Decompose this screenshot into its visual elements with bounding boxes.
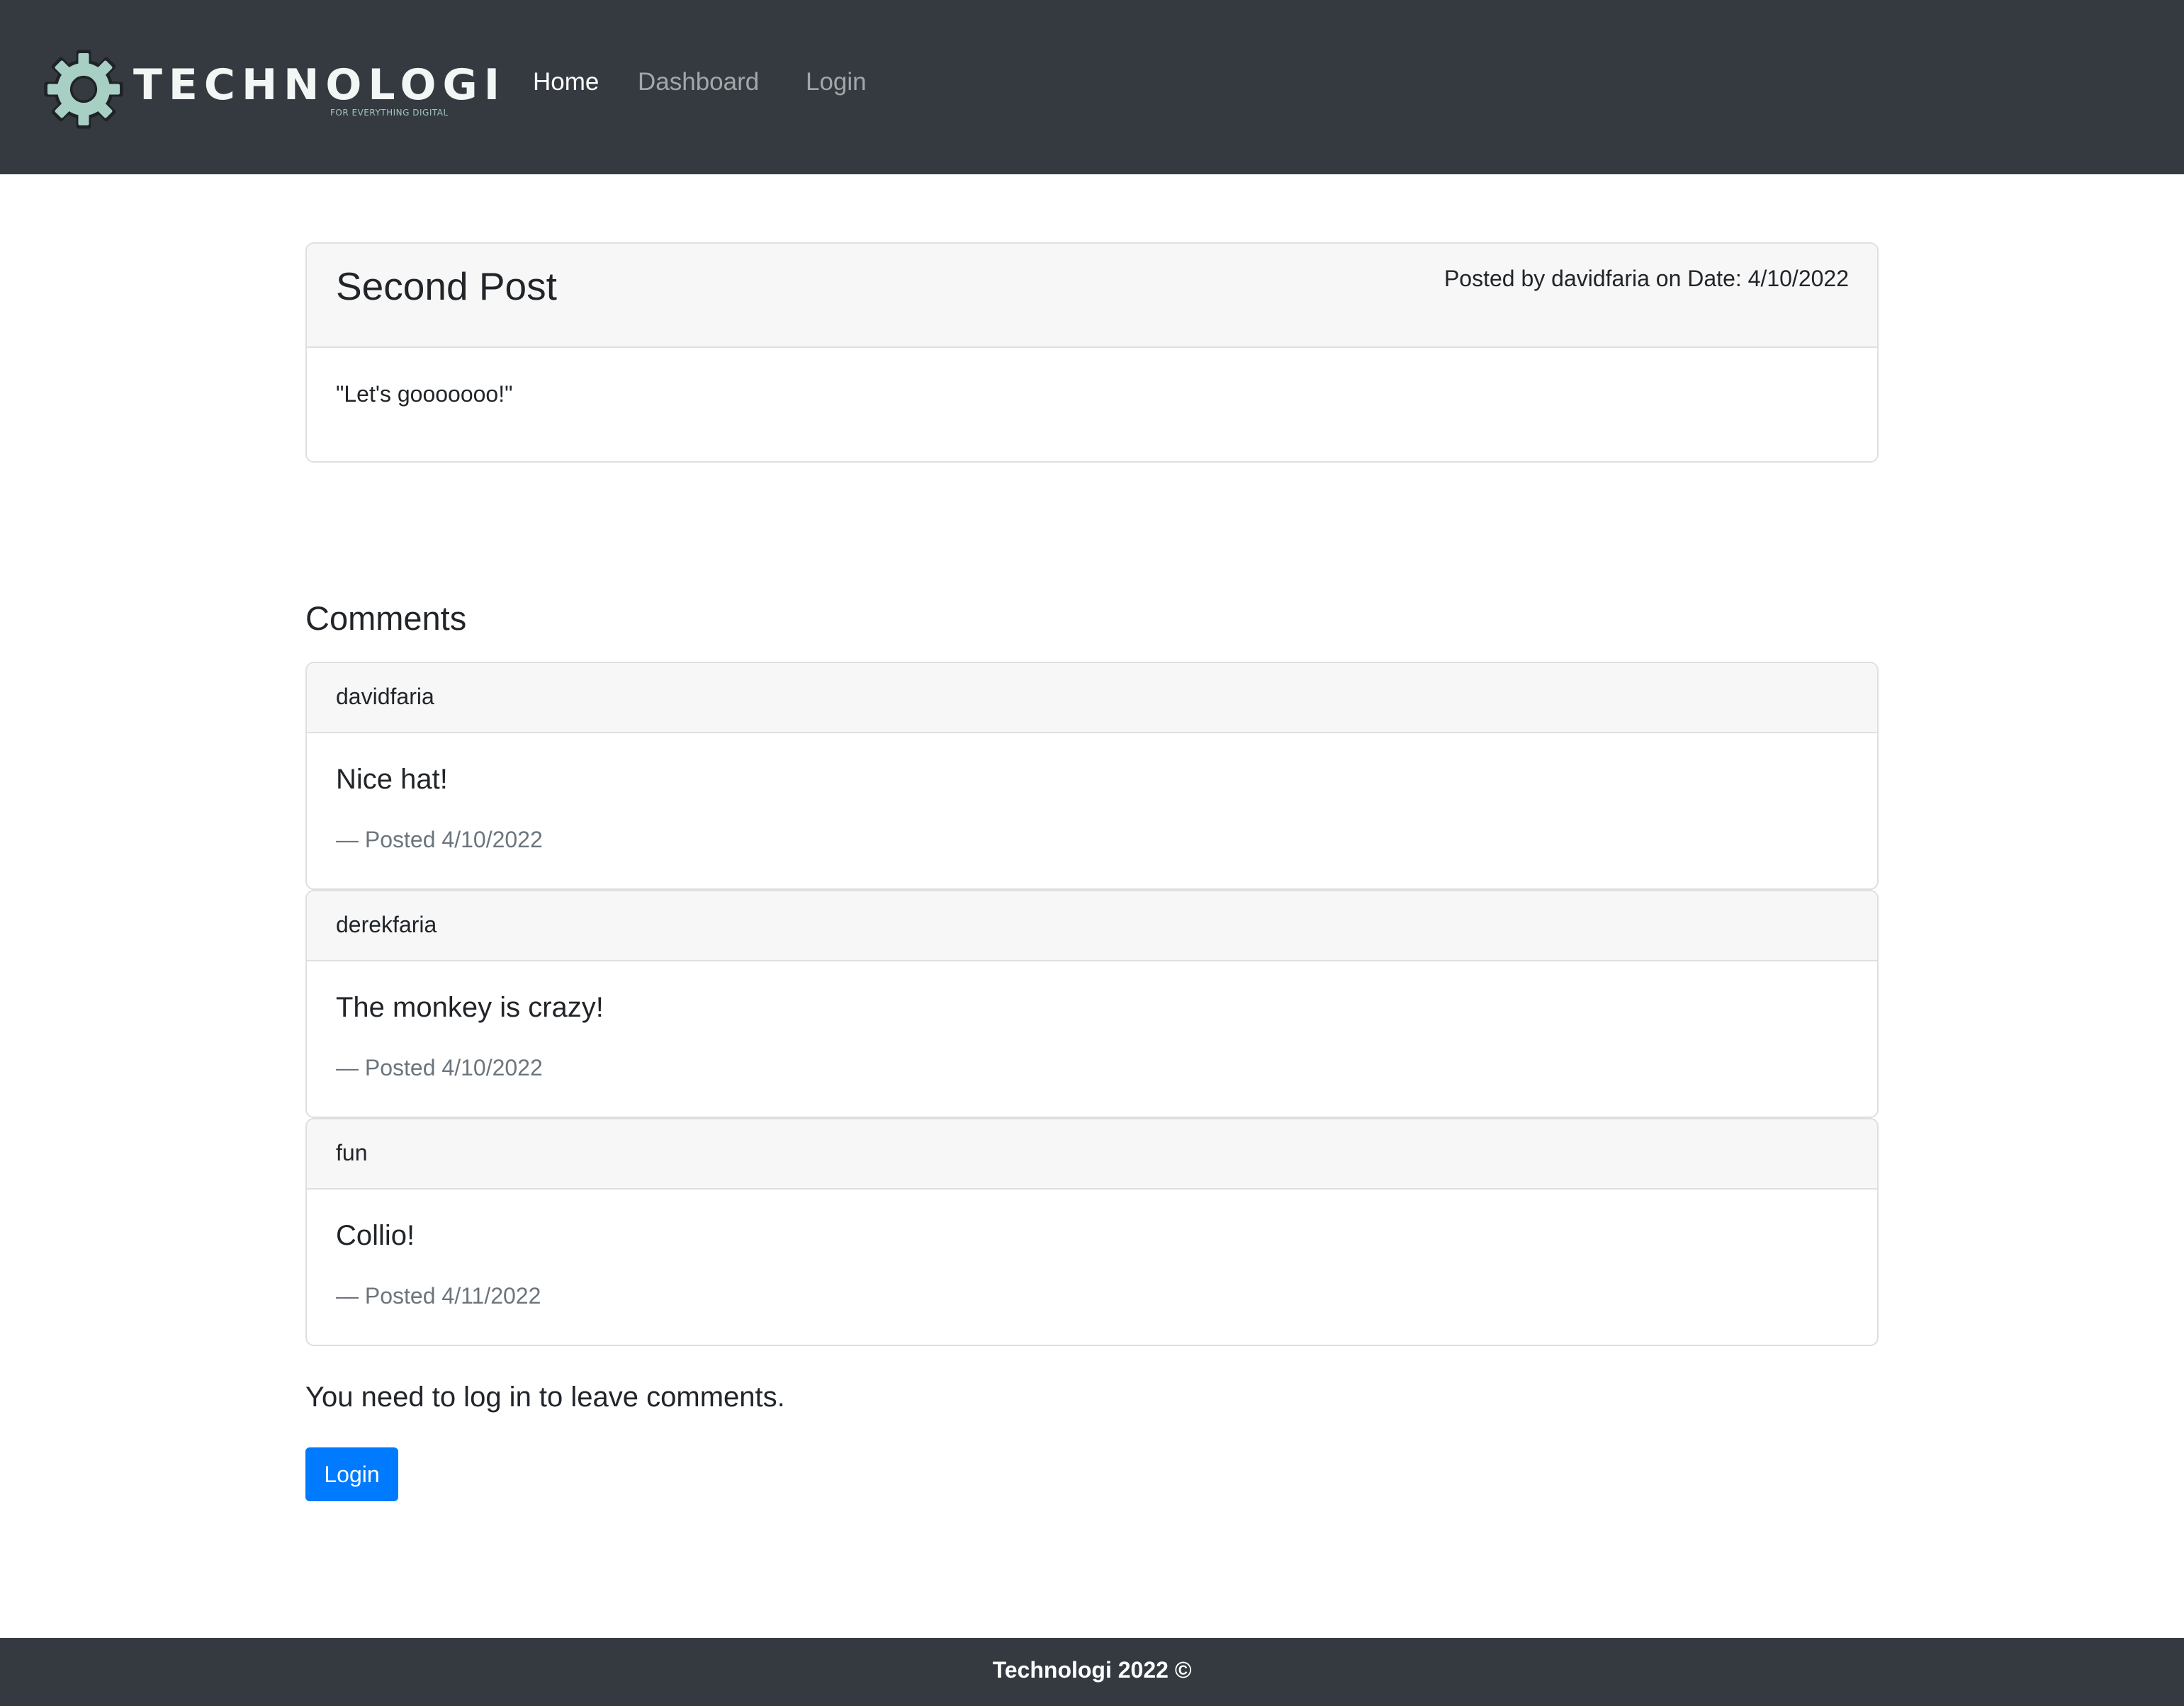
post-body: "Let's gooooooo!" bbox=[336, 381, 513, 407]
comment-date: — Posted 4/11/2022 bbox=[336, 1283, 541, 1309]
comment-date: — Posted 4/10/2022 bbox=[336, 827, 543, 852]
comment-header: derekfaria bbox=[307, 891, 1877, 961]
top-navbar: TECHNOLOGI FOR EVERYTHING DIGITAL Home D… bbox=[0, 0, 2184, 174]
comment-date: — Posted 4/10/2022 bbox=[336, 1055, 543, 1080]
login-button[interactable]: Login bbox=[305, 1447, 398, 1501]
comment-card: derekfaria The monkey is crazy! — Posted… bbox=[305, 890, 1879, 1118]
nav-link-home[interactable]: Home bbox=[533, 69, 599, 94]
comment-card: davidfaria Nice hat! — Posted 4/10/2022 bbox=[305, 662, 1879, 890]
brand-tagline: FOR EVERYTHING DIGITAL bbox=[330, 108, 449, 118]
comment-header: davidfaria bbox=[307, 663, 1877, 733]
comment-author: fun bbox=[336, 1140, 368, 1165]
comments-heading: Comments bbox=[305, 599, 467, 637]
post-card: Second Post Posted by davidfaria on Date… bbox=[305, 242, 1879, 463]
brand-name: TECHNOLOGI bbox=[133, 60, 507, 110]
comment-text: Collio! bbox=[336, 1220, 415, 1251]
comment-author: derekfaria bbox=[336, 912, 437, 937]
comment-text: The monkey is crazy! bbox=[336, 992, 604, 1023]
post-card-header: Second Post Posted by davidfaria on Date… bbox=[307, 244, 1877, 348]
post-title: Second Post bbox=[336, 264, 557, 308]
nav-link-dashboard[interactable]: Dashboard bbox=[638, 69, 759, 94]
page-footer: Technologi 2022 © bbox=[0, 1638, 2184, 1706]
footer-text: Technologi 2022 © bbox=[992, 1657, 1192, 1683]
nav-link-login[interactable]: Login bbox=[806, 69, 867, 94]
post-meta: Posted by davidfaria on Date: 4/10/2022 bbox=[1443, 266, 1849, 291]
gear-icon bbox=[44, 50, 123, 129]
comment-header: fun bbox=[307, 1119, 1877, 1190]
comment-author: davidfaria bbox=[336, 684, 434, 709]
login-prompt-message: You need to log in to leave comments. bbox=[305, 1382, 785, 1413]
comment-card: fun Collio! — Posted 4/11/2022 bbox=[305, 1118, 1879, 1346]
brand-logo[interactable]: TECHNOLOGI FOR EVERYTHING DIGITAL bbox=[43, 48, 500, 133]
comment-text: Nice hat! bbox=[336, 764, 448, 795]
